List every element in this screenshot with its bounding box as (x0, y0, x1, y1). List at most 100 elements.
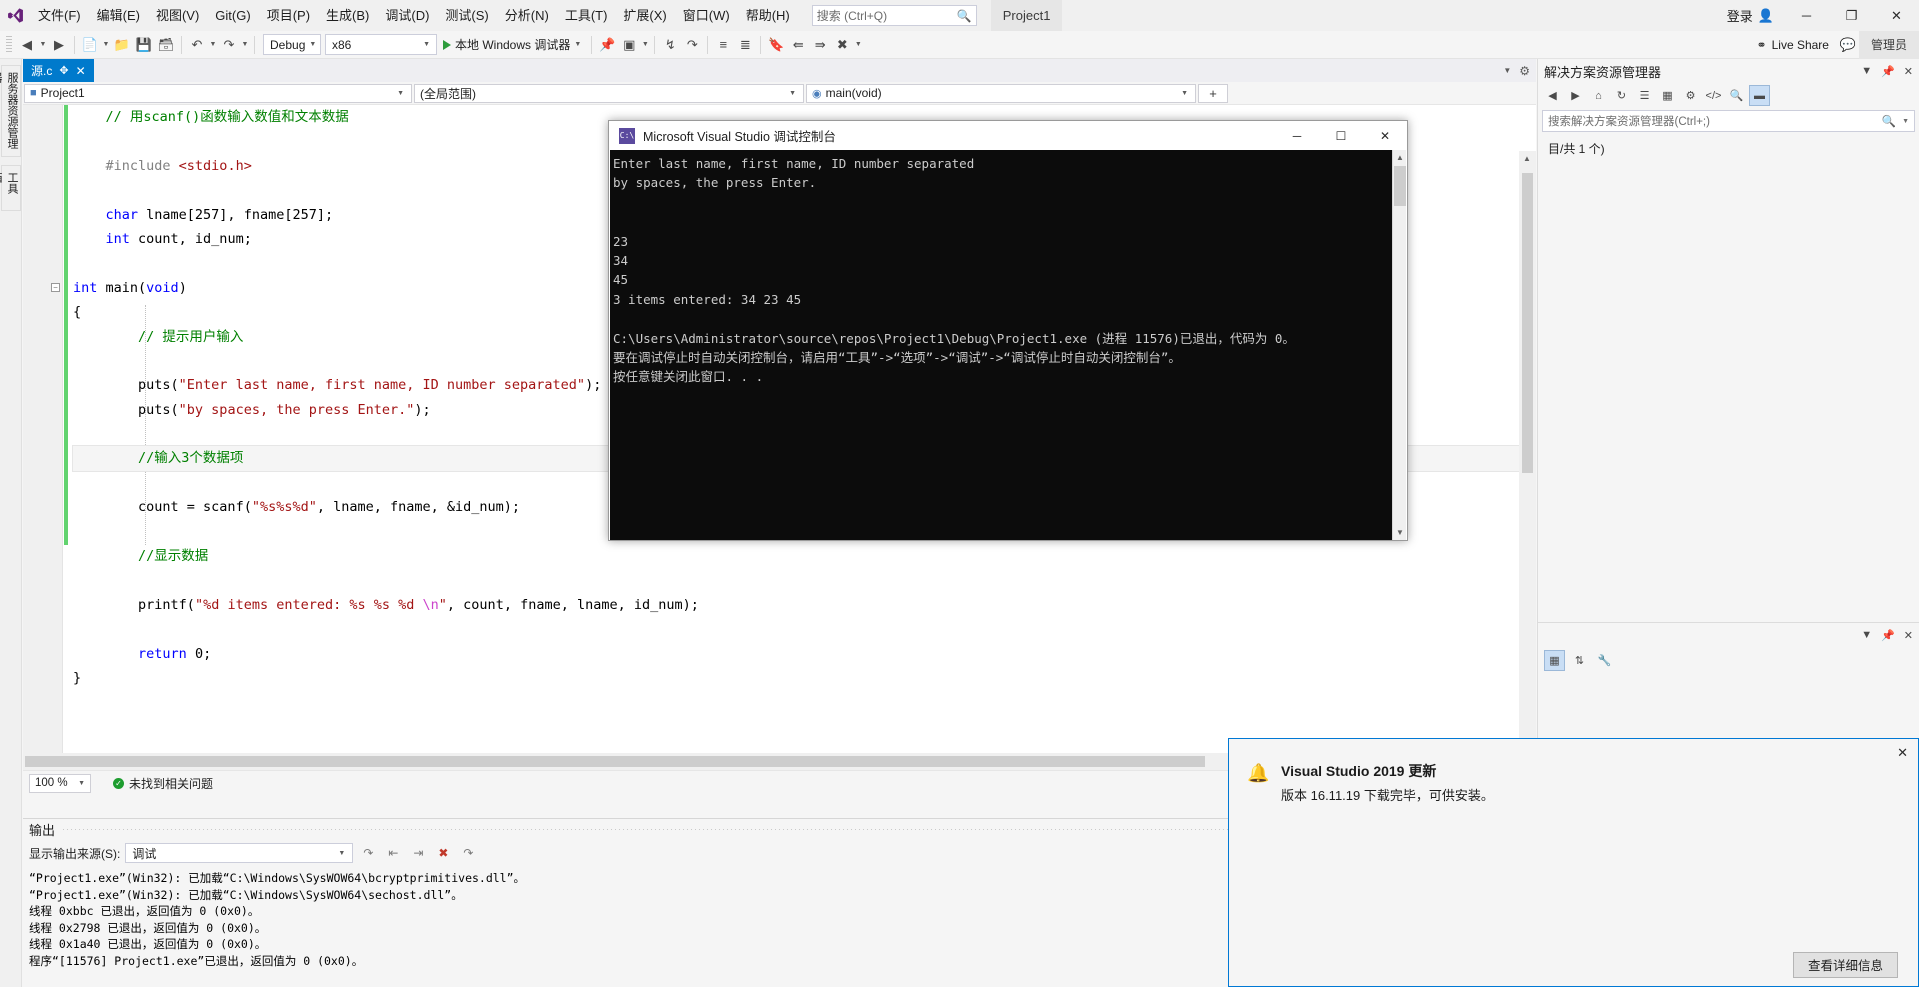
forward-icon[interactable]: ▶ (1565, 85, 1586, 106)
next-bookmark-icon[interactable]: ⇛ (809, 34, 831, 56)
solution-explorer-view-icon[interactable]: ▬ (1749, 85, 1770, 106)
window-minimize-button[interactable]: ─ (1784, 0, 1829, 31)
code-view-icon[interactable]: </> (1703, 85, 1724, 106)
toolbar-grip[interactable] (6, 35, 12, 54)
window-close-button[interactable]: ✕ (1874, 0, 1919, 31)
toast-details-button[interactable]: 查看详细信息 (1792, 952, 1898, 978)
quick-launch-search[interactable]: 搜索 (Ctrl+Q) 🔍 (811, 5, 977, 26)
uncomment-lines-icon[interactable]: ≣ (734, 34, 756, 56)
chevron-down-icon[interactable]: ▼ (208, 41, 218, 48)
toast-close-icon[interactable]: ✕ (1897, 745, 1908, 761)
menu-view[interactable]: 视图(V) (148, 0, 207, 31)
update-notification-toast[interactable]: ✕ 🔔 Visual Studio 2019 更新 版本 16.11.19 下载… (1228, 738, 1919, 987)
live-share-button[interactable]: ⚭ Live Share (1749, 38, 1837, 52)
step-into-icon[interactable]: ↯ (659, 34, 681, 56)
bookmark-icon[interactable]: 🔖 (765, 34, 787, 56)
chevron-down-icon[interactable]: ▼ (640, 41, 650, 48)
menu-test[interactable]: 测试(S) (437, 0, 496, 31)
step-over-icon[interactable]: ↷ (681, 34, 703, 56)
console-minimize-button[interactable]: ─ (1275, 121, 1319, 150)
sidebar-tab-toolbox[interactable]: 工具箱 (0, 165, 21, 211)
close-icon[interactable]: ✕ (1904, 65, 1913, 78)
save-all-icon[interactable]: 🗃 (155, 34, 177, 56)
chevron-down-icon[interactable]: ▼ (1902, 118, 1909, 125)
menu-build[interactable]: 生成(B) (318, 0, 377, 31)
new-file-icon[interactable]: 📄 (79, 34, 101, 56)
close-icon[interactable]: ✕ (1904, 629, 1913, 642)
menu-project[interactable]: 项目(P) (259, 0, 318, 31)
console-maximize-button[interactable]: ☐ (1319, 121, 1363, 150)
scroll-down-arrow-icon[interactable]: ▼ (1396, 528, 1404, 537)
live-preview-icon[interactable]: ▣ (618, 34, 640, 56)
console-close-button[interactable]: ✕ (1363, 121, 1407, 150)
categorized-view-icon[interactable]: ▦ (1544, 649, 1565, 671)
properties-wrench-icon[interactable]: 🔧 (1594, 650, 1615, 671)
search-icon[interactable]: 🔍 (1882, 114, 1896, 128)
navbar-member-combo[interactable]: ◉ main(void) ▼ (806, 83, 1196, 103)
console-scroll-thumb[interactable] (1394, 166, 1406, 206)
menu-git[interactable]: Git(G) (207, 0, 258, 31)
solution-tree-root-label[interactable]: 目/共 1 个) (1538, 137, 1919, 160)
feedback-icon[interactable]: 💬 (1837, 34, 1859, 56)
navbar-project-combo[interactable]: ■ Project1 ▼ (24, 83, 412, 103)
collapse-all-icon[interactable]: ☰ (1634, 85, 1655, 106)
chevron-down-icon[interactable]: ▼ (240, 41, 250, 48)
editor-vertical-scrollbar[interactable]: ▲ ▼ (1519, 151, 1536, 753)
indicator-margin[interactable] (23, 105, 63, 753)
gear-icon[interactable]: ⚙ (1519, 64, 1530, 78)
solution-explorer-tree[interactable]: 目/共 1 个) (1538, 137, 1919, 622)
alphabetical-sort-icon[interactable]: ⇅ (1569, 650, 1590, 671)
menu-debug[interactable]: 调试(D) (377, 0, 437, 31)
properties-icon[interactable]: ⚙ (1680, 85, 1701, 106)
clear-bookmarks-icon[interactable]: ✖ (831, 34, 853, 56)
navigate-forward-icon[interactable]: ▶ (48, 34, 70, 56)
pin-icon[interactable]: ✥ (59, 64, 68, 77)
clear-all-icon[interactable]: ✖ (433, 843, 453, 863)
go-to-next-message-icon[interactable]: ⇥ (408, 843, 428, 863)
editor-scroll-thumb[interactable] (1522, 173, 1533, 473)
console-output-text[interactable]: Enter last name, first name, ID number s… (610, 150, 1394, 540)
menu-extensions[interactable]: 扩展(X) (615, 0, 674, 31)
back-icon[interactable]: ◀ (1542, 85, 1563, 106)
document-tab-source-c[interactable]: 源.c ✥ ✕ (23, 59, 94, 82)
window-restore-button[interactable]: ❐ (1829, 0, 1874, 31)
toolbar-overflow-icon[interactable]: ▼ (853, 41, 863, 48)
pin-icon[interactable]: 📌 (1881, 629, 1895, 642)
solution-explorer-search-input[interactable]: 搜索解决方案资源管理器(Ctrl+;) 🔍 ▼ (1542, 110, 1915, 132)
preview-icon[interactable]: 🔍 (1726, 85, 1747, 106)
redo-icon[interactable]: ↷ (218, 34, 240, 56)
debug-console-window[interactable]: C:\ Microsoft Visual Studio 调试控制台 ─ ☐ ✕ … (608, 120, 1408, 541)
attach-process-icon[interactable]: 📌 (596, 34, 618, 56)
add-split-view-button[interactable]: + (1198, 83, 1228, 103)
code-line[interactable]: } (73, 666, 1533, 690)
chevron-down-icon[interactable]: ▼ (1861, 65, 1872, 78)
close-icon[interactable]: ✕ (76, 64, 86, 78)
chevron-down-icon[interactable]: ▼ (101, 41, 111, 48)
save-icon[interactable]: 💾 (133, 34, 155, 56)
menu-analyze[interactable]: 分析(N) (497, 0, 557, 31)
output-source-combo[interactable]: 调试 ▼ (125, 843, 354, 863)
code-line[interactable] (73, 617, 1533, 641)
chevron-down-icon[interactable]: ▼ (38, 41, 48, 48)
undo-icon[interactable]: ↶ (186, 34, 208, 56)
solution-platform-combo[interactable]: x86 ▼ (325, 34, 437, 55)
menu-edit[interactable]: 编辑(E) (89, 0, 148, 31)
code-line[interactable]: return 0; (73, 642, 1533, 666)
pin-icon[interactable]: 📌 (1881, 65, 1895, 78)
find-message-icon[interactable]: ↷ (358, 843, 378, 863)
code-line[interactable] (73, 568, 1533, 592)
navbar-scope-combo[interactable]: (全局范围) ▼ (414, 83, 804, 103)
home-icon[interactable]: ⌂ (1588, 85, 1609, 106)
chevron-down-icon[interactable]: ▼ (1861, 629, 1872, 642)
editor-hscroll-thumb[interactable] (25, 756, 1205, 767)
code-line[interactable]: //显示数据 (73, 544, 1533, 568)
menu-tools[interactable]: 工具(T) (557, 0, 616, 31)
chevron-down-icon[interactable]: ▼ (1503, 66, 1511, 75)
toggle-word-wrap-icon[interactable]: ↷ (458, 843, 478, 863)
menu-file[interactable]: 文件(F) (30, 0, 89, 31)
code-line[interactable]: printf("%d items entered: %s %s %d \n", … (73, 593, 1533, 617)
go-to-previous-message-icon[interactable]: ⇤ (383, 843, 403, 863)
previous-bookmark-icon[interactable]: ⇚ (787, 34, 809, 56)
scroll-up-arrow-icon[interactable]: ▲ (1523, 154, 1531, 163)
navigate-backward-icon[interactable]: ◀ (16, 34, 38, 56)
